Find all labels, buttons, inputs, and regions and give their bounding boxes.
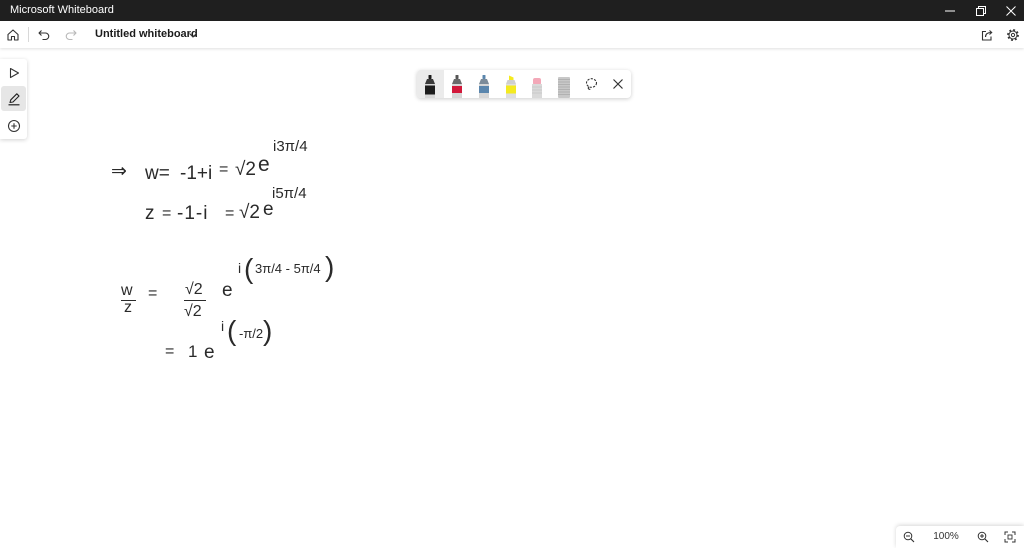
minimize-button[interactable] (934, 0, 965, 21)
zoom-in-button[interactable] (970, 526, 996, 548)
fit-to-screen-button[interactable] (997, 526, 1023, 548)
window-title: Microsoft Whiteboard (10, 4, 114, 16)
ink-fraction-denominator: √2 (184, 303, 202, 320)
settings-icon (1007, 28, 1019, 41)
ink-value: -1+i (180, 163, 213, 184)
share-button[interactable] (974, 21, 1000, 48)
ink-exponent-body: -π/2 (239, 326, 264, 341)
ink-fraction-denominator: z (124, 299, 132, 316)
pen-tool-button[interactable] (1, 86, 26, 111)
pen-icon (8, 92, 20, 105)
ink-coefficient: √2 (239, 202, 260, 223)
ruler-icon (558, 77, 571, 98)
ink-close-paren: ) (325, 251, 335, 282)
add-button[interactable] (1, 113, 26, 138)
ink-exponent-i: i (238, 260, 242, 276)
lasso-select-button[interactable] (578, 70, 605, 98)
lasso-select-icon (585, 78, 597, 90)
toolbar-divider (28, 27, 29, 42)
ink-coefficient: √2 (235, 159, 256, 180)
app-bar: Untitled whiteboard (0, 21, 1024, 48)
zoom-in-icon (977, 531, 989, 543)
yellow-highlighter-button[interactable] (497, 70, 524, 98)
add-icon (7, 119, 20, 132)
ink-equals: = (162, 205, 172, 222)
restore-button[interactable] (965, 0, 996, 21)
black-pen-icon (425, 75, 436, 98)
ink-fraction-numerator: w (121, 282, 133, 299)
home-icon (7, 28, 19, 41)
zoom-out-button[interactable] (896, 526, 922, 548)
ink-base-e: e (258, 153, 270, 176)
left-toolbar (0, 59, 27, 139)
red-pen-button[interactable] (444, 70, 471, 98)
window-title-bar[interactable]: Microsoft Whiteboard (0, 0, 1024, 21)
ink-equals: = (225, 205, 235, 222)
undo-icon (38, 29, 50, 40)
ink-open-paren: ( (244, 253, 254, 284)
ink-fraction-bar (184, 300, 206, 302)
ink-w-equals: w= (145, 163, 170, 184)
ink-equals: = (165, 343, 175, 360)
yellow-highlighter-icon (505, 75, 516, 98)
chevron-down-icon (189, 32, 197, 38)
undo-button[interactable] (31, 21, 57, 48)
ink-exponent-i: i (221, 318, 225, 334)
close-ink-toolbar-button[interactable] (604, 70, 631, 98)
select-pointer-icon (9, 67, 19, 78)
select-tool-button[interactable] (1, 60, 26, 85)
close-window-button[interactable] (995, 0, 1024, 21)
ink-value: -1-i (177, 203, 209, 224)
red-pen-icon (452, 75, 463, 98)
zoom-out-icon (903, 531, 915, 543)
close-icon (612, 79, 623, 89)
ink-exponent: i3π/4 (273, 138, 308, 155)
ink-equals: = (148, 285, 158, 302)
blue-pen-icon (478, 75, 489, 98)
eraser-button[interactable] (524, 70, 551, 98)
fit-to-screen-icon (1004, 531, 1016, 543)
redo-button[interactable] (58, 21, 84, 48)
ruler-button[interactable] (551, 70, 578, 98)
board-title[interactable]: Untitled whiteboard (95, 21, 198, 48)
ink-equals: = (219, 161, 229, 178)
minimize-icon (944, 10, 955, 11)
ink-exponent: i5π/4 (272, 185, 307, 202)
eraser-icon (532, 78, 543, 98)
settings-button[interactable] (1000, 21, 1024, 48)
redo-icon (65, 29, 77, 40)
zoom-level: 100% (933, 531, 959, 542)
ink-open-paren: ( (227, 315, 237, 346)
ink-base-e: e (263, 199, 274, 220)
ink-coefficient: 1 (188, 342, 198, 361)
board-title-menu-button[interactable] (187, 21, 199, 48)
ink-z: z (145, 203, 155, 224)
ink-close-paren: ) (263, 315, 273, 346)
home-button[interactable] (0, 21, 26, 48)
ink-base-e: e (222, 280, 233, 301)
close-icon (1005, 5, 1016, 16)
share-icon (981, 29, 993, 41)
black-pen-button[interactable] (417, 70, 444, 98)
ink-base-e: e (204, 342, 215, 363)
restore-icon (975, 5, 986, 16)
ink-fraction-numerator: √2 (185, 281, 203, 298)
blue-pen-button[interactable] (471, 70, 498, 98)
ink-toolbar (417, 70, 631, 98)
ink-exponent-body: 3π/4 - 5π/4 (255, 261, 321, 276)
ink-implies-arrow: ⇒ (111, 160, 127, 182)
